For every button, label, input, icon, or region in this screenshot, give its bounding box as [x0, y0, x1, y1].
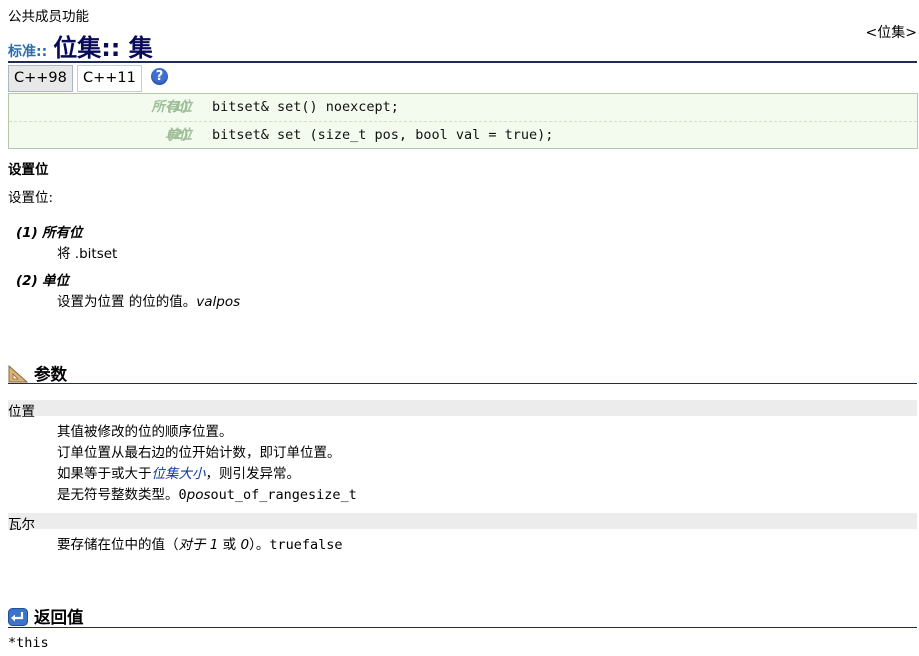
page-kicker: 公共成员功能: [8, 9, 89, 25]
param-line: 其值被修改的位的顺序位置。: [57, 424, 233, 440]
help-icon[interactable]: ?: [151, 68, 168, 85]
param-italic: 对于: [178, 537, 206, 553]
signature-num: (1): [167, 99, 189, 115]
item-num: (2): [16, 273, 38, 289]
namespace-label: 标准::: [8, 44, 48, 60]
signature-num: (2): [167, 127, 189, 143]
header-rule: [8, 61, 917, 63]
header-link[interactable]: <位集>: [866, 22, 917, 42]
item-name: 单位: [42, 273, 70, 289]
description-subtitle: 设置位:: [8, 190, 54, 206]
return-value: *this: [8, 635, 49, 651]
param-bar: [8, 400, 917, 416]
list-item: (1) 所有位: [16, 221, 83, 241]
return-heading-text: 返回值: [34, 608, 84, 627]
param-name: 位置: [8, 404, 35, 420]
item-name: 所有位: [42, 225, 83, 241]
param-code: out_of_rangesize_t: [210, 487, 357, 503]
return-rule: [8, 627, 917, 628]
signature-code: bitset& set (size_t pos, bool val = true…: [212, 127, 554, 143]
parameters-rule: [8, 383, 917, 384]
item-num: (1): [16, 225, 38, 241]
param-code: 0: [178, 487, 187, 503]
signature-box: 所有位 (1) bitset& set() noexcept; 单位 (2) b…: [8, 93, 918, 149]
list-item: (2) 单位: [16, 269, 69, 289]
param-text: ，则引发异常。: [205, 466, 301, 482]
signature-row: 所有位 (1) bitset& set() noexcept;: [9, 94, 917, 120]
tab-cpp11[interactable]: C++11: [77, 65, 142, 92]
item-desc-italic: valpos: [196, 294, 241, 310]
parameters-heading-text: 参数: [34, 365, 67, 384]
param-line: 是无符号整数类型。0posout_of_rangesize_t: [57, 483, 357, 503]
param-line: 要存储在位中的值（对于 1 或 0）。truefalse: [57, 533, 342, 553]
tab-cpp98[interactable]: C++98: [8, 65, 73, 92]
param-text: 如果等于或大于: [57, 466, 152, 482]
return-heading: 返回值: [8, 604, 84, 630]
param-text: ）。: [249, 537, 270, 553]
page-title: 标准:: 位集:: 集: [8, 28, 153, 63]
param-text: 是无符号整数类型。: [57, 487, 179, 503]
item-desc: 将 .bitset: [57, 246, 118, 262]
param-italic: 0: [240, 537, 250, 553]
bitset-size-link[interactable]: 位集大小: [152, 466, 206, 482]
item-desc: 设置为位置 的位的值。valpos: [57, 290, 240, 310]
param-code: truefalse: [269, 537, 343, 553]
signature-code: bitset& set() noexcept;: [212, 99, 399, 115]
param-italic: pos: [186, 487, 211, 503]
item-desc-text: 设置为位置 的位的值。: [57, 294, 197, 310]
signature-row: 单位 (2) bitset& set (size_t pos, bool val…: [9, 121, 917, 148]
param-name: 瓦尔: [8, 517, 35, 533]
title-text: 位集:: 集: [53, 34, 153, 62]
param-bar: [8, 513, 917, 529]
param-line: 如果等于或大于位集大小，则引发异常。: [57, 462, 300, 482]
param-line: 订单位置从最右边的位开始计数，即订单位置。: [57, 445, 341, 461]
param-text: 或: [218, 537, 241, 553]
param-text: 要存储在位中的值（: [57, 537, 179, 553]
description-title: 设置位: [8, 162, 49, 178]
